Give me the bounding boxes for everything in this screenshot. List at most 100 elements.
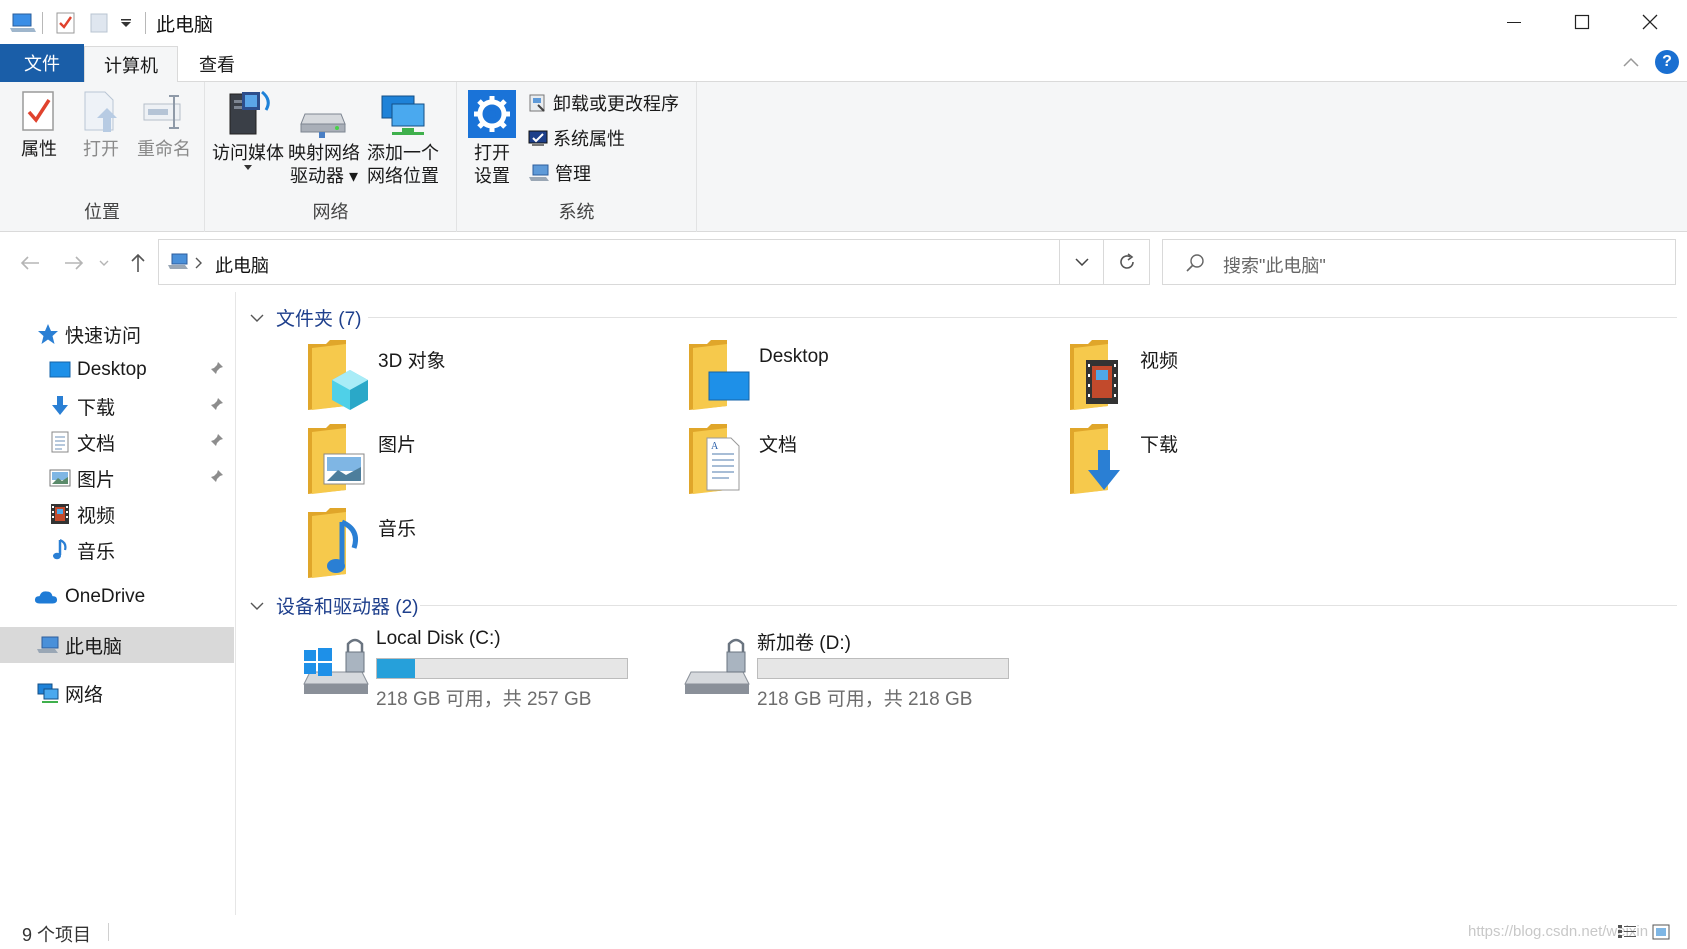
search-icon [1186,254,1204,272]
rename-icon [143,95,181,129]
video-icon [48,502,72,526]
settings-gear-icon [468,90,516,138]
pin-icon [210,395,224,417]
folders-group-header[interactable]: 文件夹 (7) [250,304,362,331]
search-box[interactable]: 搜索"此电脑" [1162,239,1676,285]
sidebar-item-this-pc[interactable]: 此电脑 [0,627,234,663]
uninstall-program-button[interactable]: 卸载或更改程序 [528,90,679,116]
downloads-folder-icon [1070,424,1120,494]
network-location-icon [381,95,425,135]
desktop-icon [48,358,72,382]
open-settings-button[interactable]: 打开 设置 [467,90,517,188]
address-history-dropdown[interactable] [1059,240,1103,284]
folder-tile-downloads[interactable]: 下载 [1068,424,1428,504]
network-drive-icon [300,113,346,138]
search-placeholder: 搜索"此电脑" [1223,256,1326,276]
chevron-down-icon [1074,258,1089,266]
folder-tile-3d-objects[interactable]: 3D 对象 [306,340,666,420]
forward-arrow-icon[interactable] [60,250,88,276]
address-bar[interactable]: 此电脑 [158,239,1104,285]
ribbon-tabs: 文件 计算机 查看 ? [0,44,1687,83]
sidebar-item-downloads[interactable]: 下载 [0,388,234,424]
manage-computer-icon [529,164,549,181]
refresh-icon [1119,253,1134,269]
customize-quick-access-icon[interactable] [120,10,132,36]
breadcrumb-chevron-icon [195,257,202,269]
help-button[interactable]: ? [1655,50,1679,74]
collapse-ribbon-icon[interactable] [1619,50,1643,74]
media-server-icon [229,90,270,135]
dropdown-arrow-icon [244,165,252,170]
sidebar-item-network[interactable]: 网络 [0,675,234,711]
recent-locations-chevron-icon[interactable] [94,250,114,276]
details-view-icon[interactable] [1614,920,1640,944]
item-count: 9 个项目 [22,925,92,945]
access-media-button[interactable]: 访问媒体 [212,90,284,170]
system-properties-button[interactable]: 系统属性 [528,125,625,151]
star-icon [36,322,60,346]
close-button[interactable] [1614,0,1686,44]
drive-tile-c[interactable]: Local Disk (C:) 218 GB 可用，共 257 GB [302,628,682,710]
videos-folder-icon [1070,340,1118,410]
documents-folder-icon: A [689,424,740,494]
navigation-pane: 快速访问 Desktop 下载 文档 图片 视频 音乐 OneDrive 此电脑… [0,292,236,915]
disk-usage-bar [376,658,628,679]
system-group-label: 系统 [558,202,595,222]
drive-tile-d[interactable]: 新加卷 (D:) 218 GB 可用，共 218 GB [683,628,1063,710]
sidebar-item-onedrive[interactable]: OneDrive [0,579,234,615]
open-button[interactable]: 打开 [78,90,124,161]
status-bar: 9 个项目 https://blog.csdn.net/weixin [0,915,1687,949]
download-icon [48,394,72,418]
ribbon-panel: 属性 打开 重命名 位置 访问媒体 映射网络 驱动器 ▾ 添加一个 网络位置 网络 [0,82,1687,232]
rename-button[interactable]: 重命名 [134,90,194,161]
open-icon [84,91,117,132]
maximize-button[interactable] [1546,0,1618,44]
map-network-drive-button[interactable]: 映射网络 驱动器 ▾ [288,90,360,188]
new-folder-quick-icon[interactable] [90,10,108,36]
sidebar-item-documents[interactable]: 文档 [0,424,234,460]
up-arrow-icon[interactable] [124,250,152,276]
folder-tile-videos[interactable]: 视频 [1068,340,1428,420]
disk-usage-bar [757,658,1009,679]
title-bar: 此电脑 [0,0,1687,44]
drives-group-header[interactable]: 设备和驱动器 (2) [250,592,419,619]
manage-button[interactable]: 管理 [528,160,591,186]
folder-tile-pictures[interactable]: 图片 [306,424,666,504]
folder-tile-music[interactable]: 音乐 [306,508,666,588]
pin-icon [210,359,224,381]
sidebar-item-music[interactable]: 音乐 [0,532,234,568]
tab-view[interactable]: 查看 [178,46,256,82]
this-pc-address-icon [168,253,188,269]
locked-drive-icon [684,638,750,694]
picture-icon [48,466,72,490]
content-pane: 文件夹 (7) 3D 对象 Desktop 视频 图片 A 文档 下载 音乐 设… [238,292,1687,915]
network-icon [36,681,60,705]
properties-quick-icon[interactable] [56,10,76,36]
desktop-folder-icon [689,340,750,410]
sidebar-item-desktop[interactable]: Desktop [0,352,234,388]
windows-drive-icon [303,638,369,694]
sidebar-item-pictures[interactable]: 图片 [0,460,234,496]
sidebar-item-quick-access[interactable]: 快速访问 [0,316,234,352]
properties-icon [22,91,54,131]
ribbon-group-network: 访问媒体 映射网络 驱动器 ▾ 添加一个 网络位置 网络 [205,82,457,232]
folders-divider [368,317,1677,318]
back-arrow-icon[interactable] [16,250,44,276]
tab-file[interactable]: 文件 [0,44,84,82]
collapse-chevron-icon [250,314,264,322]
folder-tile-desktop[interactable]: Desktop [687,340,1047,420]
minimize-button[interactable] [1478,0,1550,44]
breadcrumb-this-pc[interactable]: 此电脑 [215,252,269,278]
properties-button[interactable]: 属性 [16,90,62,161]
svg-text:A: A [711,441,719,452]
this-pc-app-icon[interactable] [10,10,36,36]
folder-tile-documents[interactable]: A 文档 [687,424,1047,504]
system-properties-icon [528,130,548,146]
music-folder-icon [308,508,358,578]
sidebar-item-videos[interactable]: 视频 [0,496,234,532]
tab-computer[interactable]: 计算机 [84,46,178,83]
large-icons-view-icon[interactable] [1648,920,1674,944]
refresh-button[interactable] [1104,239,1150,285]
add-network-location-button[interactable]: 添加一个 网络位置 [365,90,441,188]
pin-icon [210,467,224,489]
